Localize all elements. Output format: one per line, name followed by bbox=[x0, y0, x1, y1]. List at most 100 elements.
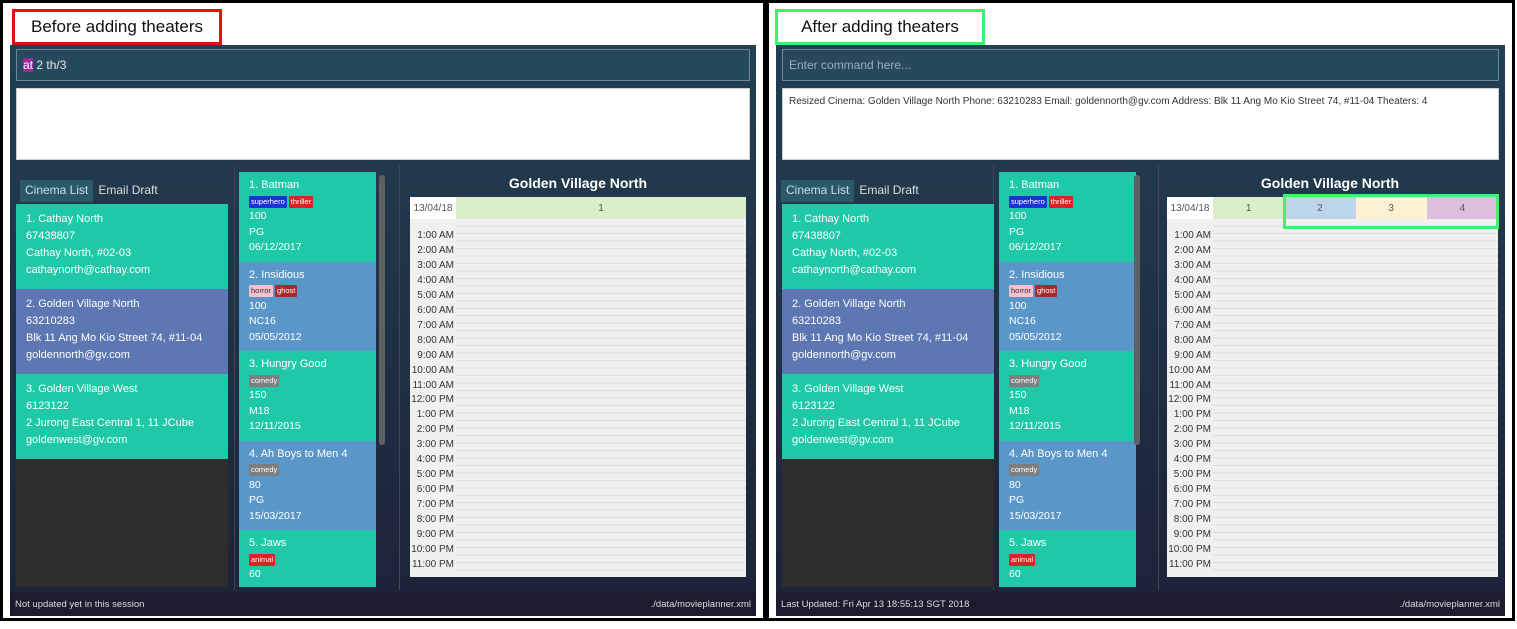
command-selection: at bbox=[23, 58, 34, 72]
command-box[interactable]: at 2 th/3 bbox=[16, 49, 750, 81]
movie-rating: PG bbox=[249, 225, 265, 238]
cinema-card[interactable]: 1. Cathay North 67438807 Cathay North, #02… bbox=[782, 204, 994, 289]
cinema-list: 1. Cathay North 67438807 Cathay North, #02… bbox=[16, 204, 228, 587]
movie-duration: 150 bbox=[249, 389, 267, 401]
time-label: 1:00 PM bbox=[416, 409, 454, 421]
time-label: 2:00 PM bbox=[416, 424, 454, 436]
cinema-phone: 6123122 bbox=[26, 400, 69, 412]
schedule-date: 13/04/18 bbox=[410, 197, 456, 219]
movie-card[interactable]: 3. Hungry Good comedy 150 M18 12/11/2015 bbox=[239, 351, 376, 441]
movie-card[interactable]: 1. Batman superhero thriller 100 PG 06/12/201… bbox=[239, 172, 376, 262]
movie-tag: thriller bbox=[288, 195, 314, 208]
movie-card[interactable]: 5. Jaws animal 60 bbox=[239, 530, 376, 587]
movie-date: 06/12/2017 bbox=[1009, 241, 1062, 253]
movie-tags: comedy bbox=[1009, 373, 1126, 389]
time-label: 11:00 AM bbox=[1169, 379, 1211, 391]
movie-date: 15/03/2017 bbox=[1009, 509, 1062, 522]
movie-title: 4. Ah Boys to Men 4 bbox=[249, 447, 348, 460]
movie-tag: thriller bbox=[1048, 195, 1074, 208]
movie-tags: animal bbox=[1009, 552, 1126, 568]
time-label: 9:00 PM bbox=[416, 529, 454, 541]
tab-email-draft[interactable]: Email Draft bbox=[854, 180, 923, 202]
movie-card[interactable]: 4. Ah Boys to Men 4 comedy 80 PG 15/03/2017 bbox=[999, 440, 1136, 530]
movie-duration: 60 bbox=[249, 568, 261, 580]
movie-tag: superhero bbox=[249, 195, 287, 208]
schedule-date: 13/04/18 bbox=[1167, 197, 1213, 219]
command-box[interactable]: Enter command here... bbox=[782, 49, 1499, 81]
cinema-address: Cathay North, #02-03 bbox=[26, 247, 132, 259]
movie-tags: horror ghost bbox=[1009, 283, 1126, 299]
movie-card[interactable]: 3. Hungry Good comedy 150 M18 12/11/2015 bbox=[999, 351, 1136, 441]
result-display: Resized Cinema: Golden Village North Pho… bbox=[782, 88, 1499, 160]
movie-list: 1. Batman superhero thriller 100 PG 06/12/201… bbox=[239, 172, 376, 587]
time-label: 7:00 AM bbox=[1174, 319, 1211, 331]
movie-card[interactable]: 2. Insidious horror ghost 100 NC16 05/05/2012 bbox=[999, 261, 1136, 351]
time-label: 8:00 PM bbox=[1173, 514, 1211, 526]
movie-list-scrollbar[interactable] bbox=[379, 175, 385, 445]
movie-duration: 80 bbox=[249, 478, 261, 491]
time-label: 6:00 AM bbox=[1174, 304, 1211, 316]
movie-duration: 100 bbox=[249, 210, 267, 222]
movie-date: 12/11/2015 bbox=[249, 420, 301, 432]
movie-tag: ghost bbox=[275, 285, 298, 297]
time-label: 5:00 AM bbox=[1174, 289, 1211, 301]
tab-email-draft[interactable]: Email Draft bbox=[93, 180, 162, 202]
cinema-phone: 63210283 bbox=[792, 315, 841, 327]
time-column: 1:00 AM 2:00 AM 3:00 AM 4:00 AM 5:00 AM 6:00 … bbox=[410, 229, 456, 573]
time-label: 11:00 PM bbox=[1168, 558, 1211, 570]
movie-tags: comedy bbox=[249, 462, 366, 478]
movie-rating: PG bbox=[249, 494, 265, 506]
movie-list-scrollbar[interactable] bbox=[1134, 175, 1140, 445]
movie-rating: PG bbox=[1009, 225, 1025, 238]
command-text: 2 th/3 bbox=[33, 58, 67, 72]
time-label: 4:00 AM bbox=[417, 274, 454, 286]
movie-title: 5. Jaws bbox=[1009, 537, 1047, 549]
time-label: 5:00 AM bbox=[417, 289, 454, 301]
tab-bar: Cinema List Email Draft bbox=[781, 180, 924, 202]
movie-rating: M18 bbox=[1009, 404, 1030, 417]
movie-tag: animal bbox=[1009, 553, 1036, 566]
time-label: 5:00 PM bbox=[1173, 469, 1211, 481]
movie-tag: superhero bbox=[1009, 195, 1047, 208]
movie-card[interactable]: 5. Jaws animal 60 bbox=[999, 530, 1136, 587]
time-label: 9:00 PM bbox=[1173, 529, 1211, 541]
time-label: 8:00 PM bbox=[416, 514, 454, 526]
schedule-cinema-title: Golden Village North bbox=[1260, 175, 1400, 191]
cinema-card[interactable]: 1. Cathay North 67438807 Cathay North, #02… bbox=[16, 204, 228, 289]
movie-rating: NC16 bbox=[1009, 315, 1036, 327]
time-label: 7:00 PM bbox=[416, 499, 454, 511]
time-label: 2:00 PM bbox=[1173, 424, 1211, 436]
theater-header-1: 1 bbox=[1213, 197, 1285, 219]
cinema-name: 1. Cathay North bbox=[26, 213, 104, 225]
movie-duration: 100 bbox=[1009, 210, 1027, 222]
time-label: 3:00 AM bbox=[417, 259, 454, 271]
divider bbox=[234, 165, 235, 590]
time-label: 11:00 PM bbox=[411, 558, 454, 570]
command-placeholder: Enter command here... bbox=[789, 58, 912, 72]
cinema-email: goldennorth@gv.com bbox=[792, 349, 896, 361]
time-label: 1:00 AM bbox=[417, 230, 454, 241]
movie-tags: horror ghost bbox=[249, 283, 366, 299]
movie-date: 05/05/2012 bbox=[249, 330, 302, 343]
schedule-view: 13/04/18 1234 1:00 AM 2:00 AM 3:00 AM 4:00 … bbox=[1167, 197, 1498, 577]
tab-cinema-list[interactable]: Cinema List bbox=[20, 180, 94, 202]
schedule-header: 13/04/18 1 bbox=[410, 197, 746, 219]
movie-title: 1. Batman bbox=[249, 179, 300, 191]
cinema-card[interactable]: 2. Golden Village North 63210283 Blk 11 An… bbox=[16, 289, 228, 374]
movie-card[interactable]: 1. Batman superhero thriller 100 PG 06/12/201… bbox=[999, 172, 1136, 262]
movie-card[interactable]: 2. Insidious horror ghost 100 NC16 05/05/2012 bbox=[239, 261, 376, 351]
cinema-card[interactable]: 3. Golden Village West 6123122 2 Jurong Ea… bbox=[782, 374, 994, 459]
movie-card[interactable]: 4. Ah Boys to Men 4 comedy 80 PG 15/03/2017 bbox=[239, 440, 376, 530]
tab-cinema-list[interactable]: Cinema List bbox=[781, 180, 855, 202]
time-label: 11:00 AM bbox=[412, 379, 454, 391]
cinema-name: 3. Golden Village West bbox=[792, 383, 904, 395]
time-label: 7:00 PM bbox=[1173, 499, 1211, 511]
cinema-card[interactable]: 2. Golden Village North 63210283 Blk 11 An… bbox=[782, 289, 994, 374]
cinema-phone: 67438807 bbox=[26, 230, 75, 242]
time-label: 8:00 AM bbox=[1174, 334, 1211, 346]
movie-tag: comedy bbox=[1009, 374, 1040, 387]
time-label: 4:00 PM bbox=[416, 454, 454, 466]
cinema-card[interactable]: 3. Golden Village West 6123122 2 Jurong Ea… bbox=[16, 374, 228, 459]
movie-tag: comedy bbox=[249, 464, 280, 476]
time-label: 4:00 AM bbox=[1174, 274, 1211, 286]
